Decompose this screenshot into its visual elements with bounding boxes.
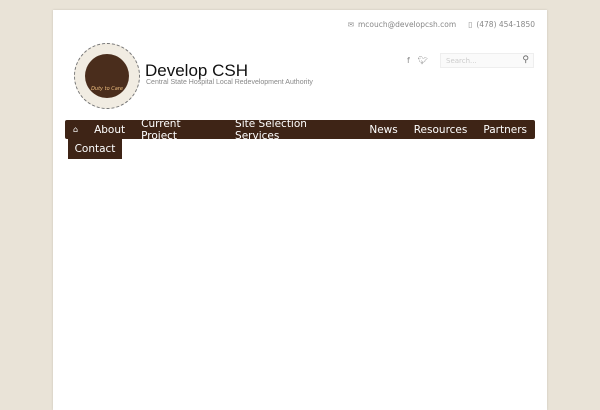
- nav-resources[interactable]: Resources: [406, 124, 476, 136]
- envelope-icon: ✉: [347, 20, 354, 29]
- site-logo[interactable]: Duty to Care: [74, 43, 140, 109]
- email-link[interactable]: ✉ mcouch@developcsh.com: [348, 20, 457, 29]
- social-links: f 🐦︎: [407, 56, 428, 65]
- nav-about[interactable]: About: [86, 124, 133, 136]
- site-tagline: Central State Hospital Local Redevelopme…: [146, 79, 313, 86]
- nav-news[interactable]: News: [361, 124, 405, 136]
- nav-site-selection[interactable]: Site Selection Services: [227, 118, 361, 142]
- site-title[interactable]: Develop CSH: [145, 61, 248, 81]
- nav-current-project[interactable]: Current Project: [133, 118, 227, 142]
- main-nav: ⌂ About Current Project Site Selection S…: [65, 118, 535, 142]
- search-icon[interactable]: ⚲: [522, 55, 529, 65]
- phone-link[interactable]: ▯ (478) 454-1850: [468, 20, 535, 29]
- home-icon[interactable]: ⌂: [65, 125, 86, 134]
- twitter-icon[interactable]: 🐦︎: [418, 56, 428, 65]
- nav-partners[interactable]: Partners: [475, 124, 535, 136]
- contact-bar: ✉ mcouch@developcsh.com ▯ (478) 454-1850: [348, 20, 535, 29]
- nav-contact[interactable]: Contact: [68, 139, 122, 159]
- phone-icon: ▯: [468, 20, 473, 29]
- facebook-icon[interactable]: f: [407, 56, 410, 65]
- page-container: ✉ mcouch@developcsh.com ▯ (478) 454-1850 D…: [53, 10, 547, 410]
- search-input[interactable]: Search... ⚲: [440, 53, 534, 68]
- logo-seal: Duty to Care: [85, 54, 129, 98]
